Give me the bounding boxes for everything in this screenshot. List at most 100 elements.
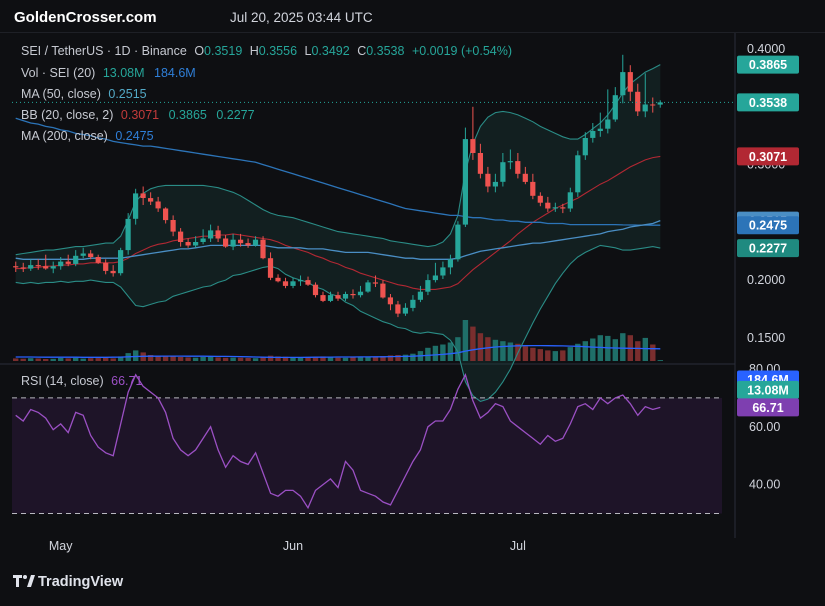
candle-body (230, 239, 236, 247)
tradingview-branding[interactable]: TradingView (13, 574, 123, 590)
volume-bar (402, 354, 409, 361)
candle-body (208, 230, 214, 239)
volume-bar (537, 349, 543, 361)
candle[interactable] (575, 150, 581, 197)
volume-bar (177, 357, 184, 361)
legend-ma50[interactable]: MA (50, close) 0.2515 (21, 87, 147, 101)
legend-bb-upper: 0.3865 (168, 108, 207, 122)
candle-body (185, 242, 191, 246)
candle[interactable] (462, 127, 468, 227)
candle-body (260, 239, 266, 259)
legend-symbol[interactable]: SEI / TetherUS · 1D · Binance (21, 44, 187, 58)
candle-body (522, 173, 528, 182)
candle-body (507, 161, 513, 163)
legend-low-value: 0.3492 (311, 44, 350, 58)
candle[interactable] (118, 247, 124, 276)
volume-bar (185, 357, 191, 361)
candle-body (200, 238, 206, 242)
legend-volume-label: Vol · SEI (20) (21, 66, 96, 80)
legend-change: +0.0019 (+0.54%) (411, 44, 513, 58)
price-badge-label: 0.2277 (749, 242, 787, 256)
volume-bar (657, 360, 663, 361)
candle[interactable] (455, 221, 461, 262)
volume-bar (642, 337, 648, 361)
legend-bb-mid: 0.3071 (120, 108, 160, 122)
volume-bar (582, 341, 588, 361)
price-badge[interactable]: 13.08M (737, 380, 799, 399)
candle-body (252, 239, 259, 246)
candle-body (148, 198, 154, 202)
candle-body (245, 243, 251, 246)
candle-body (140, 193, 146, 198)
volume-bar (237, 357, 244, 361)
legend-high-value: 0.3556 (258, 44, 298, 58)
volume-bar (245, 358, 251, 361)
candle-body (620, 72, 626, 96)
legend-ma50-value: 0.2515 (108, 87, 147, 101)
volume-bar (357, 357, 364, 361)
candle-body (447, 259, 453, 268)
snapshot-datetime: Jul 20, 2025 03:44 UTC (230, 10, 373, 25)
volume-bar (650, 344, 656, 361)
candle-body (65, 261, 71, 264)
legend-bb[interactable]: BB (20, close, 2) 0.3071 0.3865 0.2277 (21, 108, 255, 122)
legend-ma200[interactable]: MA (200, close) 0.2475 (21, 129, 154, 143)
candle-body (387, 297, 393, 305)
site-brand: GoldenCrosser.com (14, 9, 157, 26)
candle-body (477, 153, 483, 174)
volume-bar (65, 358, 71, 361)
candle-body (193, 242, 199, 246)
candle-body (470, 139, 476, 153)
volume-bar (635, 341, 641, 361)
volume-bar (88, 358, 94, 361)
candle-body (582, 138, 588, 156)
rsi-band-fill (12, 397, 722, 514)
price-badge[interactable]: 0.3865 (737, 55, 799, 74)
volume-bar (13, 358, 19, 361)
candle-body (410, 299, 416, 308)
candle-body (118, 250, 124, 274)
legend-rsi[interactable]: RSI (14, close) 66.71 (21, 374, 142, 388)
candle-body (170, 220, 176, 232)
candle-body (297, 280, 304, 282)
candle-body (267, 258, 274, 278)
candle-body (28, 265, 34, 269)
price-axis-tick: 0.2000 (747, 273, 785, 287)
price-badge[interactable]: 0.3071 (737, 147, 799, 166)
candle-body (417, 291, 423, 300)
price-badge[interactable]: 0.2475 (737, 216, 799, 235)
volume-bar (485, 337, 491, 361)
candle-body (597, 128, 603, 131)
volume-bar (103, 357, 109, 361)
volume-bar (620, 333, 626, 361)
price-badge-label: 13.08M (747, 383, 789, 397)
candle-body (335, 295, 341, 299)
volume-bar (507, 342, 514, 361)
volume-bar (447, 342, 454, 361)
price-badge-label: 0.3865 (749, 58, 787, 72)
price-badge[interactable]: 0.3538 (737, 93, 799, 112)
price-axis-tick: 0.4000 (747, 42, 785, 56)
candle-body (282, 281, 289, 286)
candle[interactable] (125, 213, 131, 255)
legend-volume[interactable]: Vol · SEI (20) 13.08M 184.6M (21, 66, 196, 80)
price-badge[interactable]: 0.2277 (737, 239, 799, 258)
volume-bar (133, 350, 139, 361)
candle-body (103, 262, 109, 271)
volume-bar (567, 347, 573, 361)
candle-body (20, 267, 26, 269)
candle-body (290, 281, 296, 286)
legend-volume-value: 13.08M (102, 66, 145, 80)
candle-body (515, 161, 521, 174)
rsi-axis-tick: 60.00 (749, 420, 780, 434)
volume-bar (342, 357, 349, 361)
volume-bar (28, 358, 34, 361)
candle-body (35, 265, 41, 267)
candle-body (365, 282, 371, 292)
legend-ma200-value: 0.2475 (115, 129, 154, 143)
volume-bar (110, 358, 116, 361)
legend-bb-label: BB (20, close, 2) (21, 108, 114, 122)
volume-bar (545, 350, 551, 361)
volume-bar (170, 356, 176, 361)
rsi-badge[interactable]: 66.71 (737, 398, 799, 417)
